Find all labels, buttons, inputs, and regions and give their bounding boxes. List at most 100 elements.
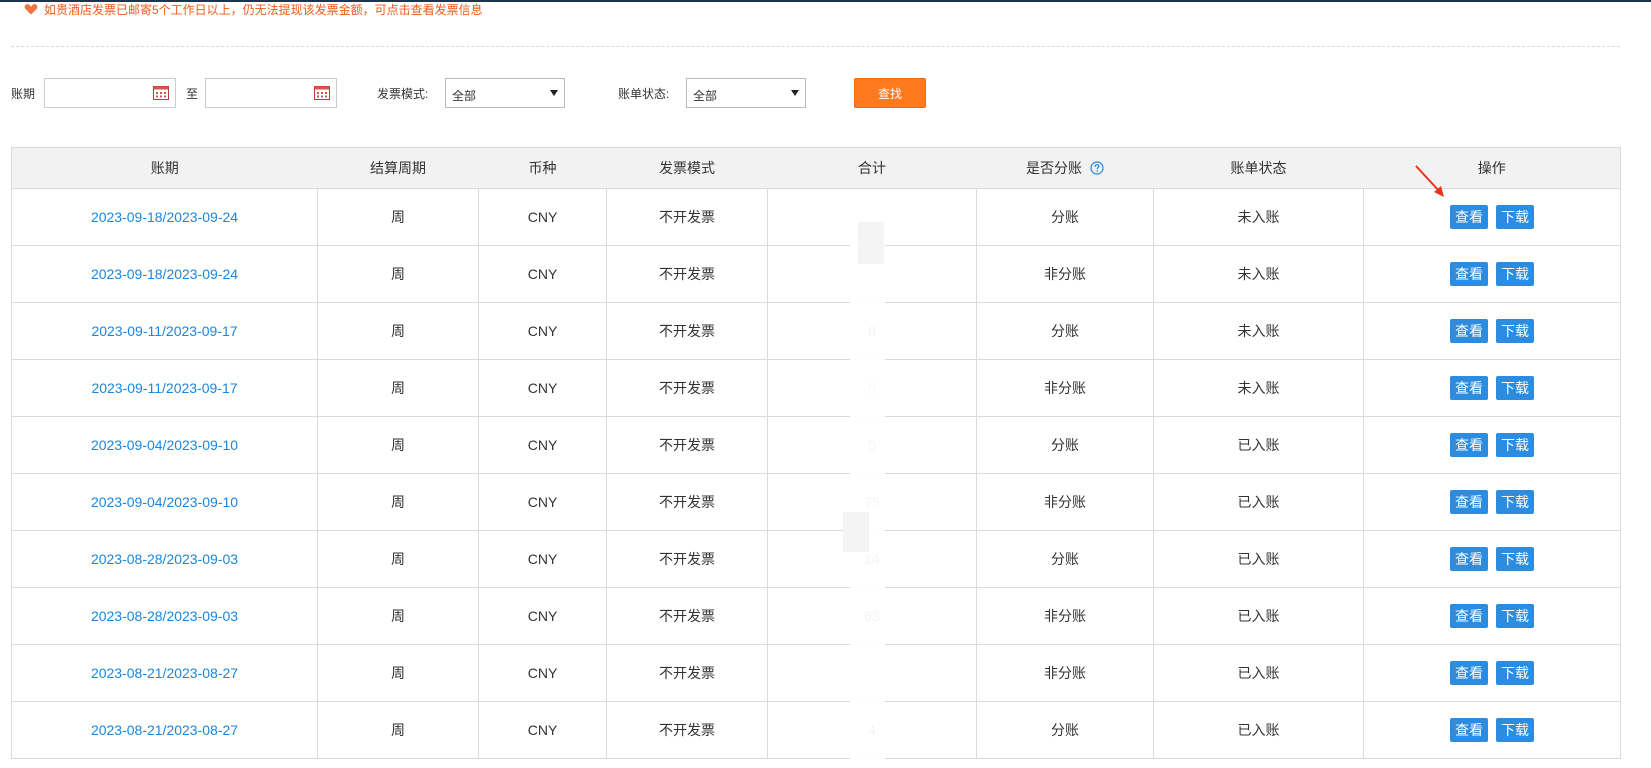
view-button[interactable]: 查看 (1450, 376, 1488, 400)
download-button[interactable]: 下载 (1496, 547, 1534, 571)
end-date-input[interactable] (206, 79, 306, 107)
cell-total: 4 (767, 701, 977, 759)
cell-status: 已入账 (1153, 701, 1364, 759)
cell-period: 2023-09-18/2023-09-24 (11, 188, 318, 246)
cell-ops: 查看 下载 (1363, 530, 1621, 588)
cell-currency: CNY (478, 644, 607, 702)
view-button[interactable]: 查看 (1450, 547, 1488, 571)
cell-ops: 查看 下载 (1363, 188, 1621, 246)
cell-total (767, 644, 977, 702)
cell-total: 75 (767, 473, 977, 531)
cell-split: 非分账 (976, 587, 1154, 645)
header-currency: 币种 (478, 147, 607, 189)
download-button[interactable]: 下载 (1496, 718, 1534, 742)
cell-cycle: 周 (317, 245, 479, 303)
table-row: 2023-09-18/2023-09-24 周 CNY 不开发票 分账 未入账 查看 下载 (11, 188, 1621, 246)
calendar-icon[interactable] (153, 86, 169, 100)
cell-period: 2023-08-21/2023-08-27 (11, 701, 318, 759)
download-button[interactable]: 下载 (1496, 433, 1534, 457)
calendar-icon[interactable] (314, 86, 330, 100)
download-button[interactable]: 下载 (1496, 205, 1534, 229)
cell-currency: CNY (478, 245, 607, 303)
period-link[interactable]: 2023-09-11/2023-09-17 (91, 380, 237, 396)
view-button[interactable]: 查看 (1450, 433, 1488, 457)
cell-period: 2023-09-04/2023-09-10 (11, 416, 318, 474)
cell-cycle: 周 (317, 302, 479, 360)
cell-total: 63 (767, 587, 977, 645)
cell-status: 已入账 (1153, 530, 1364, 588)
view-button[interactable]: 查看 (1450, 718, 1488, 742)
period-link[interactable]: 2023-08-21/2023-08-27 (91, 665, 238, 681)
table-row: 2023-08-28/2023-09-03 周 CNY 不开发票 63 非分账 已入账 查看下… (11, 587, 1621, 645)
period-link[interactable]: 2023-09-18/2023-09-24 (91, 209, 238, 225)
cell-split: 分账 (976, 530, 1154, 588)
invoice-mode-label: 发票模式: (377, 87, 429, 101)
cell-currency: CNY (478, 530, 607, 588)
period-link[interactable]: 2023-09-04/2023-09-10 (91, 494, 238, 510)
table-row: 2023-08-21/2023-08-27 周 CNY 不开发票 4 分账 已入账 查看 下载 (11, 701, 1621, 759)
table-row: 2023-08-28/2023-09-03 周 CNY 不开发票 14 分账 已入账 查看 下载 (11, 530, 1621, 588)
cell-status: 未入账 (1153, 188, 1364, 246)
header-cycle: 结算周期 (317, 147, 479, 189)
period-link[interactable]: 2023-08-28/2023-09-03 (91, 608, 238, 624)
cell-split: 分账 (976, 416, 1154, 474)
cell-total: 5 (767, 416, 977, 474)
chevron-down-icon (550, 90, 558, 96)
table-row: 2023-08-21/2023-08-27 周 CNY 不开发票 非分账 已入账 查看 下载 (11, 644, 1621, 702)
download-button[interactable]: 下载 (1496, 262, 1534, 286)
cell-ops: 查看 下载 (1363, 416, 1621, 474)
cell-currency: CNY (478, 302, 607, 360)
cell-ops: 查看 下载 (1363, 245, 1621, 303)
cell-currency: CNY (478, 188, 607, 246)
cell-split: 非分账 (976, 644, 1154, 702)
search-button[interactable]: 查找 (854, 78, 926, 108)
download-button[interactable]: 下载 (1496, 490, 1534, 514)
end-date-field[interactable] (205, 78, 337, 108)
cell-invoice-mode: 不开发票 (606, 701, 768, 759)
cell-invoice-mode: 不开发票 (606, 416, 768, 474)
view-button[interactable]: 查看 (1450, 319, 1488, 343)
header-split: 是否分账 (976, 147, 1154, 189)
cell-ops: 查看 下载 (1363, 473, 1621, 531)
bill-status-label: 账单状态: (618, 87, 670, 101)
cell-cycle: 周 (317, 359, 479, 417)
bill-status-select[interactable]: 全部 (686, 78, 806, 108)
cell-period: 2023-08-21/2023-08-27 (11, 644, 318, 702)
divider (11, 46, 1620, 47)
period-link[interactable]: 2023-09-11/2023-09-17 (91, 323, 237, 339)
cell-total: 8 (767, 302, 977, 360)
view-button[interactable]: 查看 (1450, 604, 1488, 628)
start-date-field[interactable] (44, 78, 176, 108)
download-button[interactable]: 下载 (1496, 319, 1534, 343)
cell-status: 已入账 (1153, 416, 1364, 474)
cell-status: 已入账 (1153, 473, 1364, 531)
cell-split: 非分账 (976, 359, 1154, 417)
download-button[interactable]: 下载 (1496, 604, 1534, 628)
header-status: 账单状态 (1153, 147, 1364, 189)
view-button[interactable]: 查看 (1450, 661, 1488, 685)
cell-period: 2023-09-11/2023-09-17 (11, 359, 318, 417)
invoice-mode-select[interactable]: 全部 (445, 78, 565, 108)
download-button[interactable]: 下载 (1496, 661, 1534, 685)
view-button[interactable]: 查看 (1450, 262, 1488, 286)
header-period: 账期 (11, 147, 318, 189)
cell-period: 2023-08-28/2023-09-03 (11, 530, 318, 588)
period-link[interactable]: 2023-08-28/2023-09-03 (91, 551, 238, 567)
question-icon[interactable] (1090, 161, 1104, 175)
view-button[interactable]: 查看 (1450, 490, 1488, 514)
cell-currency: CNY (478, 416, 607, 474)
view-button[interactable]: 查看 (1450, 205, 1488, 229)
bills-table: 账期 结算周期 币种 发票模式 合计 是否分账 账单状态 操作 2023-09-… (11, 147, 1621, 759)
cell-status: 未入账 (1153, 359, 1364, 417)
cell-cycle: 周 (317, 644, 479, 702)
start-date-input[interactable] (45, 79, 145, 107)
period-link[interactable]: 2023-08-21/2023-08-27 (91, 722, 238, 738)
period-link[interactable]: 2023-09-18/2023-09-24 (91, 266, 238, 282)
header-total: 合计 (767, 147, 977, 189)
cell-total (767, 245, 977, 303)
download-button[interactable]: 下载 (1496, 376, 1534, 400)
table-row: 2023-09-18/2023-09-24 周 CNY 不开发票 非分账 未入账 查看 下载 (11, 245, 1621, 303)
cell-status: 未入账 (1153, 302, 1364, 360)
cell-currency: CNY (478, 473, 607, 531)
period-link[interactable]: 2023-09-04/2023-09-10 (91, 437, 238, 453)
